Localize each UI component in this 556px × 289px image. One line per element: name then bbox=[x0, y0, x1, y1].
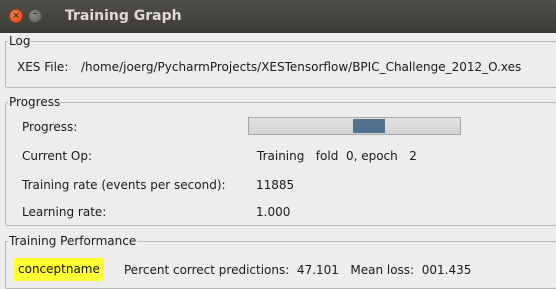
training-rate-label: Training rate (events per second): bbox=[22, 178, 226, 192]
minimize-window-button[interactable]: – bbox=[28, 9, 42, 23]
learning-rate-label: Learning rate: bbox=[22, 205, 107, 219]
training-performance-legend: Training Performance bbox=[8, 234, 138, 248]
title-bar[interactable]: × – Training Graph bbox=[0, 0, 556, 33]
progress-legend: Progress bbox=[8, 95, 62, 109]
performance-stats: Percent correct predictions: 47.101 Mean… bbox=[124, 263, 472, 277]
window-title: Training Graph bbox=[65, 8, 182, 24]
learning-rate-value: 1.000 bbox=[256, 205, 291, 219]
training-rate-value: 11885 bbox=[256, 178, 295, 192]
xes-file-label: XES File: bbox=[17, 60, 69, 74]
log-legend: Log bbox=[8, 34, 32, 48]
minimize-icon: – bbox=[32, 9, 38, 19]
current-op-value: Training fold 0, epoch 2 bbox=[257, 149, 417, 163]
concept-name-badge: conceptname bbox=[14, 258, 104, 281]
progress-bar-indicator bbox=[353, 119, 385, 133]
current-op-label: Current Op: bbox=[22, 149, 92, 163]
progress-bar bbox=[248, 117, 461, 135]
close-window-button[interactable]: × bbox=[9, 9, 23, 23]
progress-label: Progress: bbox=[22, 120, 78, 134]
close-icon: × bbox=[12, 11, 20, 21]
xes-file-path: /home/joerg/PycharmProjects/XESTensorflo… bbox=[81, 60, 522, 74]
